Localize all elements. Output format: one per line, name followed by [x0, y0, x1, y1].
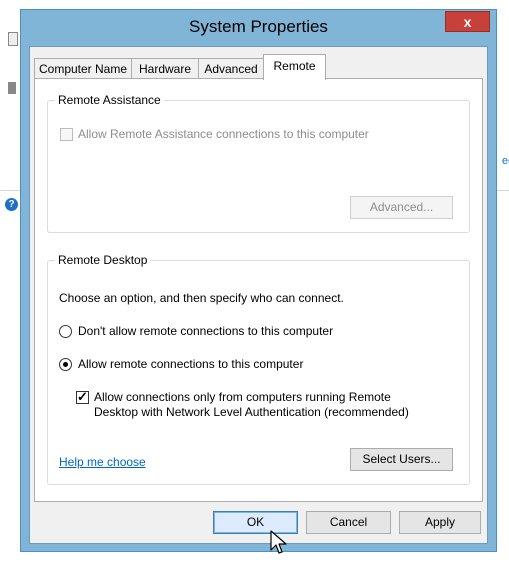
- close-button[interactable]: x: [445, 11, 490, 32]
- nla-label-line2: Desktop with Network Level Authenticatio…: [94, 405, 409, 419]
- help-icon[interactable]: ?: [5, 198, 18, 211]
- radio-allow[interactable]: [59, 358, 72, 371]
- close-icon: x: [463, 14, 472, 30]
- background-device-icon: [8, 82, 16, 94]
- mouse-pointer-icon: [270, 530, 287, 554]
- nla-checkbox[interactable]: ✓: [76, 389, 89, 404]
- tab-computer-name[interactable]: Computer Name: [34, 58, 132, 79]
- tab-advanced[interactable]: Advanced: [198, 58, 264, 79]
- remote-assistance-checkbox-label: Allow Remote Assistance connections to t…: [78, 127, 369, 141]
- remote-desktop-instruction: Choose an option, and then specify who c…: [59, 291, 344, 305]
- remote-assistance-checkbox[interactable]: [60, 128, 73, 141]
- remote-assistance-group-label: Remote Assistance: [55, 93, 164, 107]
- cancel-button[interactable]: Cancel: [306, 511, 391, 534]
- apply-button[interactable]: Apply: [399, 511, 481, 534]
- system-properties-dialog: System Properties x Computer Name Hardwa…: [20, 9, 497, 552]
- dialog-client-area: Computer Name Hardware Advanced Remote R…: [29, 46, 488, 544]
- radio-dont-allow-label: Don't allow remote connections to this c…: [78, 324, 334, 338]
- title-bar[interactable]: System Properties x: [21, 10, 496, 40]
- remote-desktop-group: Remote Desktop Choose an option, and the…: [47, 253, 470, 485]
- remote-assistance-group: Remote Assistance Allow Remote Assistanc…: [47, 93, 470, 233]
- remote-tab-panel: Remote Assistance Allow Remote Assistanc…: [34, 78, 483, 502]
- window-title: System Properties: [189, 17, 328, 36]
- background-page-icon: [8, 32, 18, 46]
- checkmark-icon: ✓: [77, 389, 88, 404]
- background-partial-text: ec: [502, 155, 509, 167]
- radio-allow-label: Allow remote connections to this compute…: [78, 357, 304, 371]
- tab-hardware[interactable]: Hardware: [131, 58, 199, 79]
- select-users-button[interactable]: Select Users...: [350, 448, 453, 471]
- nla-label-line1: Allow connections only from computers ru…: [94, 390, 391, 404]
- tab-remote[interactable]: Remote: [263, 54, 326, 80]
- remote-desktop-group-label: Remote Desktop: [55, 253, 151, 267]
- radio-selected-dot: [63, 362, 68, 367]
- advanced-button[interactable]: Advanced...: [350, 196, 453, 219]
- help-me-choose-link[interactable]: Help me choose: [59, 455, 146, 469]
- radio-dont-allow[interactable]: [59, 325, 72, 338]
